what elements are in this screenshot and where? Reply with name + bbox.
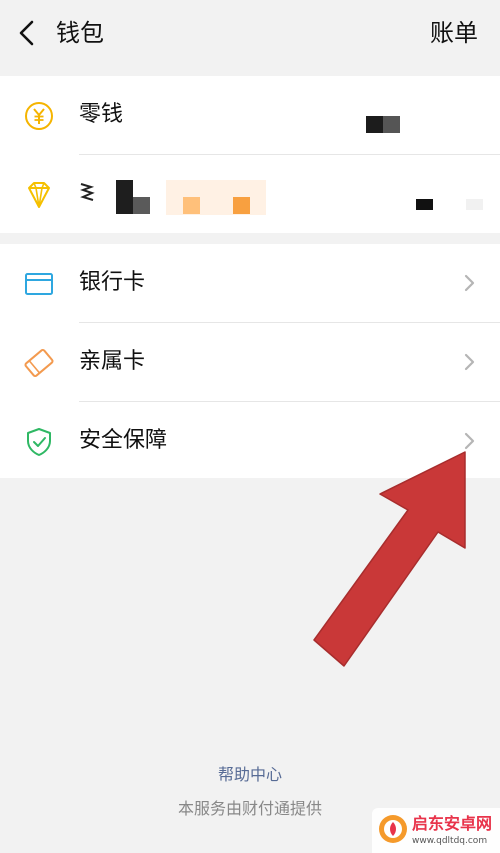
help-center-link[interactable]: 帮助中心 [0, 763, 500, 787]
change-row[interactable]: 零钱 [0, 76, 500, 154]
watermark-url: www.qdltdq.com [412, 836, 488, 846]
chevron-right-icon [464, 274, 475, 292]
diamond-icon [28, 182, 50, 208]
family-card-icon [24, 348, 54, 378]
shield-check-icon [27, 428, 51, 456]
chevron-right-icon [464, 353, 475, 371]
bank-card-row[interactable]: 银行卡 [0, 244, 500, 322]
security-label: 安全保障 [79, 428, 168, 453]
site-watermark: 启东安卓网 www.qdltdq.com [372, 808, 500, 853]
change-label: 零钱 [79, 102, 124, 127]
top-bar: 钱包 账单 [0, 0, 500, 66]
family-card-row[interactable]: 亲属卡 [0, 323, 500, 401]
yuan-coin-icon [25, 102, 53, 130]
chevron-left-icon [19, 20, 34, 46]
wealth-row[interactable] [0, 155, 500, 233]
watermark-logo-icon [379, 815, 407, 843]
asset-card: 零钱 [0, 76, 500, 233]
family-card-label: 亲属卡 [79, 349, 146, 374]
back-button[interactable] [14, 16, 40, 50]
bank-card-icon [25, 273, 53, 295]
bill-button[interactable]: 账单 [430, 16, 478, 50]
page-title: 钱包 [56, 19, 104, 47]
annotation-arrow-icon [313, 451, 466, 667]
bank-card-label: 银行卡 [79, 270, 146, 295]
watermark-name: 启东安卓网 [412, 814, 493, 833]
